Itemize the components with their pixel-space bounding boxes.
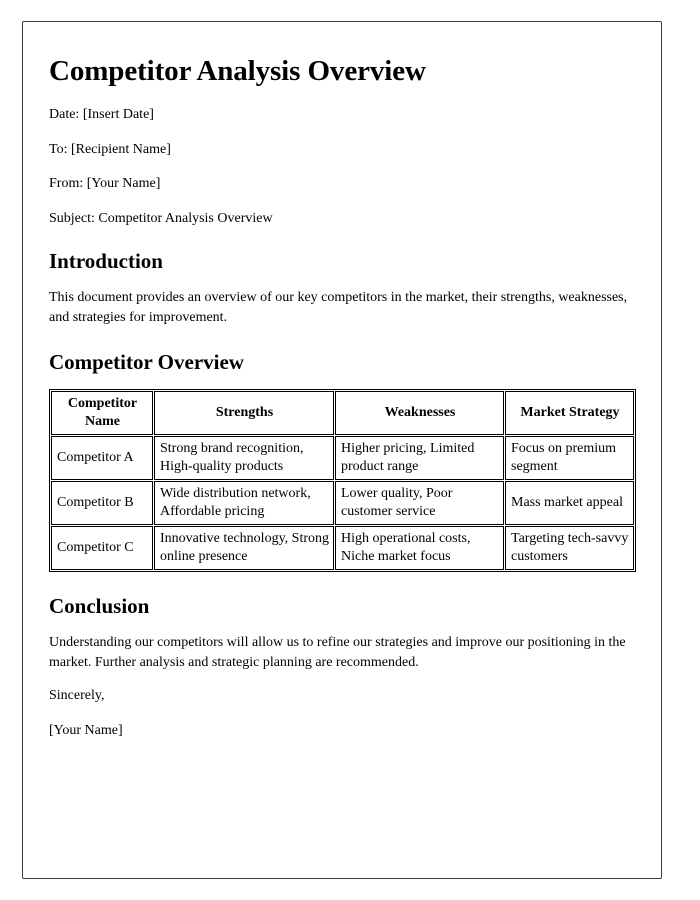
table-header-row: Competitor Name Strengths Weaknesses Mar… bbox=[51, 391, 634, 436]
meta-line-subject: Subject: Competitor Analysis Overview bbox=[49, 210, 273, 226]
cell-weaknesses: Higher pricing, Limited product range bbox=[335, 436, 504, 480]
table-column-header-strengths: Strengths bbox=[154, 391, 334, 436]
cell-competitor-name: Competitor C bbox=[51, 525, 153, 570]
page-title: Competitor Analysis Overview bbox=[49, 55, 426, 87]
cell-weaknesses: High operational costs, Niche market foc… bbox=[335, 525, 504, 570]
competitor-table-container: Competitor Name Strengths Weaknesses Mar… bbox=[49, 389, 636, 572]
table-column-header-market-strategy: Market Strategy bbox=[505, 391, 634, 436]
introduction-paragraph: This document provides an overview of ou… bbox=[49, 290, 628, 326]
conclusion-paragraph: Understanding our competitors will allow… bbox=[49, 634, 626, 670]
document-page: Competitor Analysis Overview Date: [Inse… bbox=[22, 21, 662, 879]
cell-strengths: Innovative technology, Strong online pre… bbox=[154, 525, 334, 570]
table-column-header-competitor-name: Competitor Name bbox=[51, 391, 153, 436]
cell-strengths: Strong brand recognition, High-quality p… bbox=[154, 436, 334, 480]
table-row: Competitor A Strong brand recognition, H… bbox=[51, 436, 634, 480]
meta-line-to: To: [Recipient Name] bbox=[49, 141, 171, 157]
cell-market-strategy: Focus on premium segment bbox=[505, 436, 634, 480]
cell-market-strategy: Targeting tech-savvy customers bbox=[505, 525, 634, 570]
section-heading-competitor-overview: Competitor Overview bbox=[49, 350, 244, 375]
table-column-header-weaknesses: Weaknesses bbox=[335, 391, 504, 436]
document-meta-block: Date: [Insert Date] To: [Recipient Name]… bbox=[49, 106, 635, 227]
document-body: Competitor Analysis Overview Date: [Inse… bbox=[23, 22, 661, 740]
cell-strengths: Wide distribution network, Affordable pr… bbox=[154, 480, 334, 525]
cell-competitor-name: Competitor B bbox=[51, 480, 153, 525]
cell-market-strategy: Mass market appeal bbox=[505, 480, 634, 525]
meta-line-from: From: [Your Name] bbox=[49, 176, 161, 192]
closing-salutation: Sincerely, bbox=[49, 687, 105, 703]
signature-name: [Your Name] bbox=[49, 722, 123, 738]
section-heading-conclusion: Conclusion bbox=[49, 593, 150, 618]
table-row: Competitor C Innovative technology, Stro… bbox=[51, 525, 634, 570]
table-body: Competitor A Strong brand recognition, H… bbox=[51, 436, 634, 570]
meta-line-date: Date: [Insert Date] bbox=[49, 107, 154, 123]
competitor-analysis-table: Competitor Name Strengths Weaknesses Mar… bbox=[49, 389, 636, 572]
cell-competitor-name: Competitor A bbox=[51, 436, 153, 480]
section-heading-introduction: Introduction bbox=[49, 249, 163, 274]
table-row: Competitor B Wide distribution network, … bbox=[51, 480, 634, 525]
cell-weaknesses: Lower quality, Poor customer service bbox=[335, 480, 504, 525]
